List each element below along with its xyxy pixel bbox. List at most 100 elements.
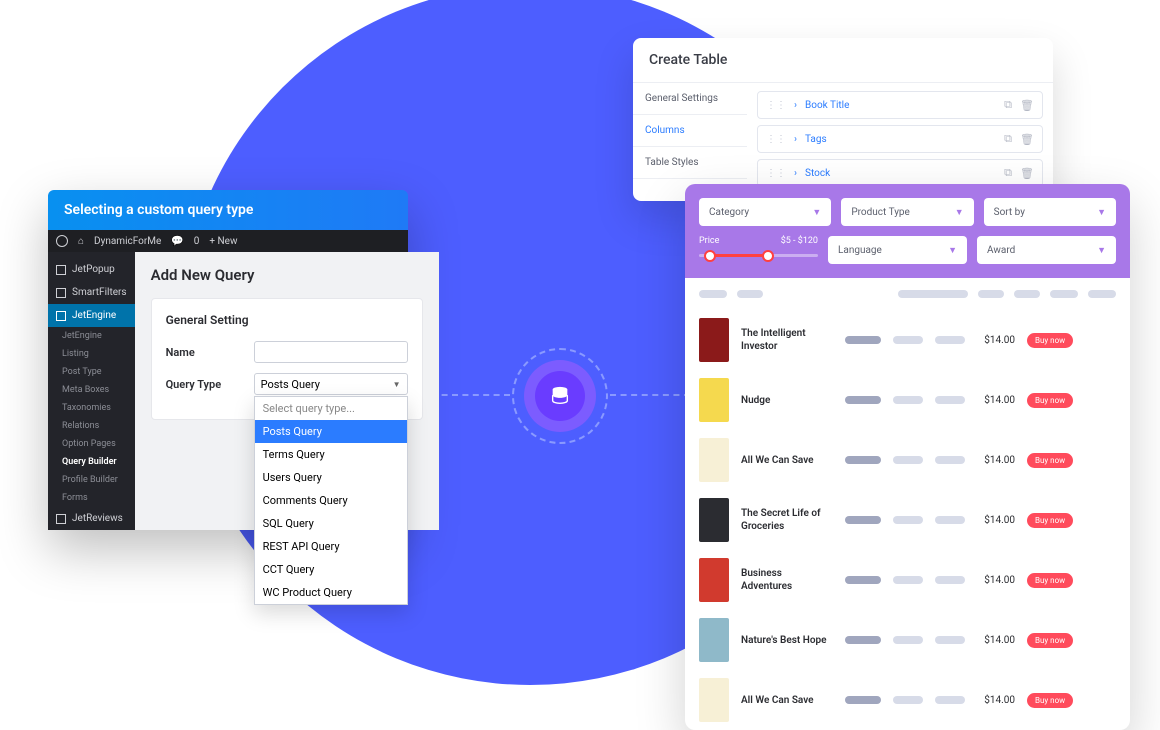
price-slider[interactable]	[699, 250, 818, 262]
price: $14.00	[977, 335, 1015, 346]
copy-icon[interactable]: ⧉	[1004, 132, 1012, 146]
name-input[interactable]	[254, 341, 408, 363]
card-title: General Setting	[166, 313, 408, 327]
sidebar-subitem[interactable]: JetEngine	[48, 327, 135, 345]
price: $14.00	[977, 515, 1015, 526]
sidebar-subitem[interactable]: Listing	[48, 345, 135, 363]
tab-columns[interactable]: Columns	[633, 115, 747, 147]
buy-now-button[interactable]: Buy now	[1027, 393, 1073, 408]
dropdown-option[interactable]: Posts Query	[255, 420, 407, 443]
slider-handle-min[interactable]	[704, 250, 716, 262]
home-icon[interactable]: ⌂	[78, 236, 84, 247]
plugin-icon	[56, 288, 66, 298]
column-item[interactable]: ⋮⋮›Tags⧉🗑	[757, 125, 1043, 153]
table-row: Nudge $14.00 Buy now	[685, 370, 1130, 430]
buy-now-button[interactable]: Buy now	[1027, 693, 1073, 708]
drag-handle-icon[interactable]: ⋮⋮	[766, 168, 786, 179]
buy-now-button[interactable]: Buy now	[1027, 453, 1073, 468]
book-cover	[699, 498, 729, 542]
sidebar-item-jetreviews[interactable]: JetReviews	[48, 507, 135, 530]
comment-count[interactable]: 0	[194, 236, 200, 247]
dropdown-placeholder[interactable]: Select query type...	[255, 397, 407, 420]
query-type-select[interactable]: Posts Query ▼	[254, 373, 408, 395]
site-name[interactable]: DynamicForMe	[94, 236, 161, 247]
book-title: All We Can Save	[741, 694, 833, 707]
cell-placeholder	[893, 576, 923, 584]
slider-handle-max[interactable]	[762, 250, 774, 262]
chevron-down-icon: ▼	[948, 245, 957, 256]
price: $14.00	[977, 695, 1015, 706]
tab-table-styles[interactable]: Table Styles	[633, 147, 747, 179]
dropdown-option[interactable]: Comments Query	[255, 489, 407, 512]
new-link[interactable]: + New	[209, 236, 237, 247]
dropdown-option[interactable]: REST API Query	[255, 535, 407, 558]
plugin-icon	[56, 311, 66, 321]
table-header	[685, 278, 1130, 310]
book-cover	[699, 378, 729, 422]
sidebar-subitem[interactable]: Relations	[48, 417, 135, 435]
drag-handle-icon[interactable]: ⋮⋮	[766, 134, 786, 145]
cell-placeholder	[893, 516, 923, 524]
cell-placeholder	[935, 696, 965, 704]
buy-now-button[interactable]: Buy now	[1027, 573, 1073, 588]
plugin-icon	[56, 265, 66, 275]
dropdown-option[interactable]: CCT Query	[255, 558, 407, 581]
dropdown-option[interactable]: SQL Query	[255, 512, 407, 535]
buy-now-button[interactable]: Buy now	[1027, 333, 1073, 348]
price: $14.00	[977, 395, 1015, 406]
page-title: Add New Query	[151, 266, 423, 284]
sidebar-subitem[interactable]: Meta Boxes	[48, 381, 135, 399]
award-select[interactable]: Award▼	[977, 236, 1116, 264]
sidebar-subitem[interactable]: Query Builder	[48, 453, 135, 471]
book-cover	[699, 558, 729, 602]
cell-placeholder	[845, 516, 881, 524]
cell-placeholder	[845, 456, 881, 464]
cell-placeholder	[893, 636, 923, 644]
dropdown-option[interactable]: WC Product Query	[255, 581, 407, 604]
book-cover	[699, 438, 729, 482]
sidebar-item-jetpopup[interactable]: JetPopup	[48, 258, 135, 281]
chevron-down-icon: ▼	[955, 207, 964, 218]
column-item[interactable]: ⋮⋮›Book Title⧉🗑	[757, 91, 1043, 119]
column-name: Book Title	[805, 100, 996, 111]
column-item[interactable]: ⋮⋮›Stock⧉🗑	[757, 159, 1043, 187]
product-type-select[interactable]: Product Type▼	[841, 198, 973, 226]
dropdown-option[interactable]: Terms Query	[255, 443, 407, 466]
sidebar-subitem[interactable]: Profile Builder	[48, 471, 135, 489]
buy-now-button[interactable]: Buy now	[1027, 513, 1073, 528]
cell-placeholder	[935, 336, 965, 344]
chevron-down-icon: ▼	[393, 380, 401, 389]
book-title: All We Can Save	[741, 454, 833, 467]
sidebar-subitem[interactable]: Forms	[48, 489, 135, 507]
sidebar-subitem[interactable]: Post Type	[48, 363, 135, 381]
price: $14.00	[977, 575, 1015, 586]
cell-placeholder	[893, 396, 923, 404]
panel-banner: Selecting a custom query type	[48, 190, 408, 230]
drag-handle-icon[interactable]: ⋮⋮	[766, 100, 786, 111]
cell-placeholder	[845, 636, 881, 644]
wordpress-logo-icon[interactable]	[56, 235, 68, 247]
tab-general-settings[interactable]: General Settings	[633, 83, 747, 115]
table-row: All We Can Save$14.00Buy now	[685, 430, 1130, 490]
sidebar-item-jetengine[interactable]: JetEngine	[48, 304, 135, 327]
cell-placeholder	[935, 636, 965, 644]
panel-title: Create Table	[633, 38, 1053, 83]
sidebar-subitem[interactable]: Option Pages	[48, 435, 135, 453]
delete-icon[interactable]: 🗑	[1020, 99, 1034, 112]
buy-now-button[interactable]: Buy now	[1027, 633, 1073, 648]
dropdown-option[interactable]: Users Query	[255, 466, 407, 489]
delete-icon[interactable]: 🗑	[1020, 167, 1034, 180]
delete-icon[interactable]: 🗑	[1020, 133, 1034, 146]
comment-icon[interactable]: 💬	[171, 236, 183, 247]
sort-by-select[interactable]: Sort by▼	[984, 198, 1116, 226]
category-select[interactable]: Category▼	[699, 198, 831, 226]
book-title: Nudge	[741, 394, 833, 407]
sidebar-subitem[interactable]: Taxonomies	[48, 399, 135, 417]
copy-icon[interactable]: ⧉	[1004, 98, 1012, 112]
price-filter: Price$5 - $120	[699, 236, 818, 264]
copy-icon[interactable]: ⧉	[1004, 166, 1012, 180]
cell-placeholder	[893, 336, 923, 344]
sidebar-item-smartfilters[interactable]: SmartFilters	[48, 281, 135, 304]
wp-admin-bar: ⌂ DynamicForMe 💬 0 + New	[48, 230, 408, 252]
language-select[interactable]: Language▼	[828, 236, 967, 264]
